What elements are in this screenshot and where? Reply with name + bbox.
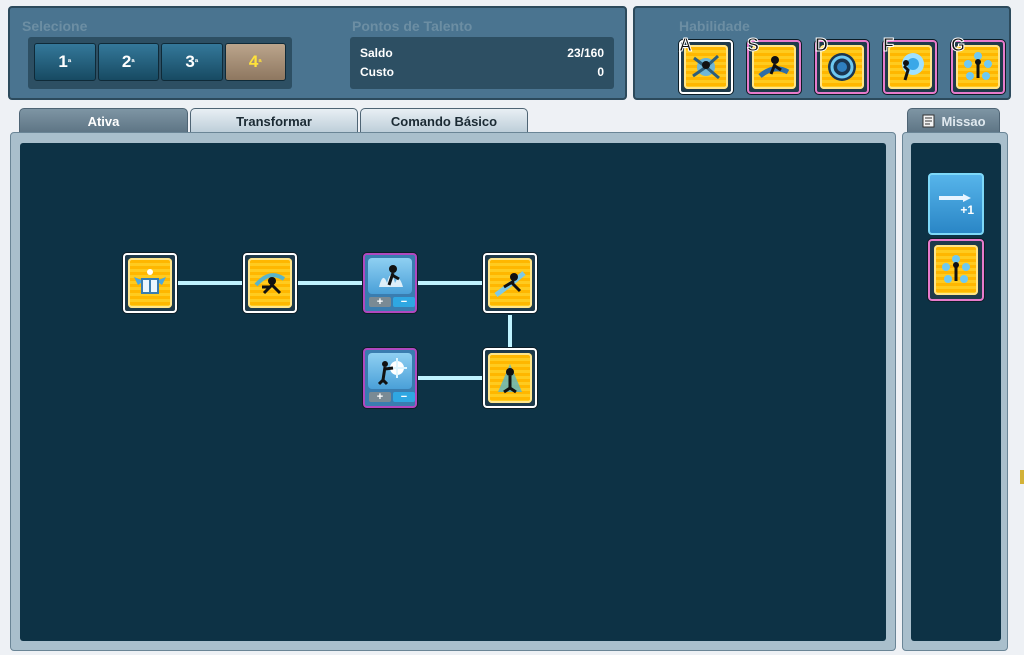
scroll-icon — [922, 114, 935, 128]
skill-node-air-kick[interactable] — [483, 253, 537, 313]
skills-title: Habilidade — [679, 18, 750, 34]
balance-value: 23/160 — [567, 46, 604, 60]
tab-missao[interactable]: Missao — [907, 108, 1000, 133]
orbit-aura-icon — [942, 255, 970, 283]
rank-selector: 1ª 2ª 3ª 4ª — [28, 37, 292, 89]
cost-row: Custo 0 — [360, 65, 604, 84]
orbit-aura-icon — [964, 52, 992, 80]
skill-node-crouch-dash[interactable] — [243, 253, 297, 313]
rank-button-3[interactable]: 3ª — [161, 43, 223, 81]
hotkey-label: S — [746, 35, 760, 55]
tab-transformar[interactable]: Transformar — [190, 108, 358, 133]
balance-row: Saldo 23/160 — [360, 46, 604, 65]
tab-comando-basico[interactable]: Comando Básico — [360, 108, 528, 133]
hotkey-label: A — [679, 35, 693, 55]
tree-connector — [176, 281, 244, 285]
missao-label: Missao — [941, 113, 986, 129]
skill-hotkey-panel: Habilidade A S D F G — [633, 6, 1011, 100]
hotkey-label: D — [815, 35, 829, 55]
skill-slot-a[interactable]: A — [677, 36, 735, 94]
tree-connector — [416, 281, 484, 285]
skill-node-energy-blast[interactable]: + − — [363, 348, 417, 408]
tree-connector — [416, 376, 484, 380]
talent-points-box: Saldo 23/160 Custo 0 — [350, 37, 614, 89]
remove-point-button[interactable]: − — [393, 392, 415, 403]
skill-node-splash[interactable]: + − — [363, 253, 417, 313]
balance-label: Saldo — [360, 46, 393, 60]
crouch-dash-icon — [254, 273, 286, 295]
skill-node-phantom[interactable] — [483, 348, 537, 408]
water-splash-icon — [379, 265, 403, 287]
vortex-icon — [828, 53, 856, 81]
edge-fragment — [1020, 470, 1024, 484]
wave-kick-icon — [758, 56, 790, 78]
skill-tree: + − + − — [20, 143, 886, 641]
cost-value: 0 — [597, 65, 604, 79]
tree-connector — [508, 315, 512, 351]
skill-level-boost[interactable]: +1 — [928, 173, 984, 235]
mission-skill-orbit-aura[interactable] — [928, 239, 984, 301]
mission-panel: +1 — [902, 132, 1008, 651]
boost-value: +1 — [960, 203, 974, 217]
skill-node-wing-book[interactable] — [123, 253, 177, 313]
skill-slot-s[interactable]: S — [745, 36, 803, 94]
air-kick-icon — [494, 271, 526, 297]
remove-point-button[interactable]: − — [393, 297, 415, 308]
node-controls: + − — [369, 297, 415, 308]
tab-ativa[interactable]: Ativa — [19, 108, 188, 133]
energy-orb-icon — [902, 53, 924, 81]
add-point-button[interactable]: + — [369, 297, 391, 308]
hotkey-label: G — [950, 35, 966, 55]
select-panel: Selecione Pontos de Talento 1ª 2ª 3ª 4ª … — [8, 6, 627, 100]
skill-slot-f[interactable]: F — [881, 36, 939, 94]
energy-blast-icon — [377, 358, 407, 386]
skill-tree-panel: + − + − — [10, 132, 896, 651]
skill-slot-g[interactable]: G — [949, 36, 1007, 94]
rank-button-2[interactable]: 2ª — [97, 43, 159, 81]
skill-slots: A S D F G — [677, 36, 1007, 94]
rank-button-4[interactable]: 4ª — [224, 43, 286, 81]
mission-list: +1 — [911, 143, 1001, 641]
add-point-button[interactable]: + — [369, 392, 391, 403]
winged-book-icon — [134, 269, 166, 294]
select-title: Selecione — [22, 18, 88, 34]
burst-strike-icon — [692, 54, 720, 80]
talent-points-title: Pontos de Talento — [352, 18, 473, 34]
hotkey-label: F — [883, 35, 895, 55]
tree-connector — [296, 281, 364, 285]
skill-slot-d[interactable]: D — [813, 36, 871, 94]
cost-label: Custo — [360, 65, 394, 79]
node-controls: + − — [369, 392, 415, 403]
phantom-stance-icon — [498, 364, 522, 394]
rank-button-1[interactable]: 1ª — [34, 43, 96, 81]
